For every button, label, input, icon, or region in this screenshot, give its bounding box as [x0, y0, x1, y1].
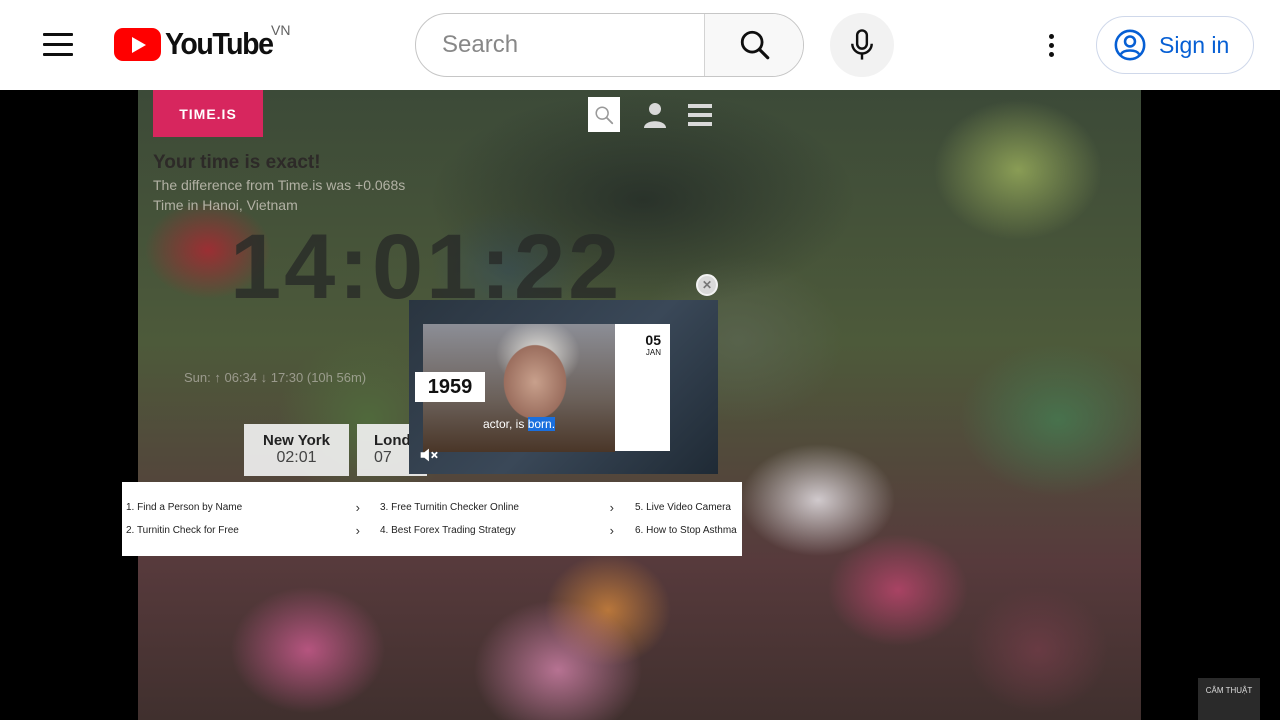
youtube-header: YouTube VN Sign in — [0, 0, 1280, 90]
ad-link[interactable]: 4. Best Forex Trading Strategy › — [380, 520, 614, 540]
city-name: New York — [263, 432, 330, 449]
ad-link-label: 5. Live Video Camera — [635, 501, 731, 513]
city-tile-new-york[interactable]: New York 02:01 — [244, 424, 349, 476]
mic-icon — [851, 29, 873, 60]
country-code: VN — [271, 22, 291, 38]
floating-video-player[interactable]: 05 JAN 1959 actor, is born. — [409, 300, 718, 474]
chevron-right-icon: › — [609, 500, 614, 515]
account-circle-icon — [1114, 29, 1146, 61]
timeis-sun-times: Sun: ↑ 06:34 ↓ 17:30 (10h 56m) — [184, 370, 367, 385]
search-icon — [740, 30, 769, 60]
close-icon[interactable]: ✕ — [696, 274, 718, 296]
chevron-right-icon: › — [355, 500, 360, 515]
timeis-menu-icon[interactable] — [688, 104, 712, 126]
date-day: 05 — [645, 332, 661, 348]
chevron-right-icon: › — [609, 523, 614, 538]
date-month: JAN — [645, 348, 661, 357]
timeis-difference: The difference from Time.is was +0.068s — [153, 177, 406, 193]
ad-link-label: 2. Turnitin Check for Free — [126, 524, 239, 536]
city-name: London — [374, 432, 414, 449]
voice-search-button[interactable] — [830, 13, 894, 77]
mute-icon[interactable] — [417, 444, 439, 466]
search-input[interactable] — [416, 14, 704, 76]
ad-link-label: 4. Best Forex Trading Strategy — [380, 524, 516, 536]
ad-link[interactable]: 1. Find a Person by Name › — [126, 497, 360, 517]
youtube-logo[interactable]: YouTube — [114, 22, 282, 66]
ad-link[interactable]: 5. Live Video Camera — [635, 497, 740, 517]
more-vert-icon[interactable] — [1030, 24, 1072, 66]
ad-link-label: 6. How to Stop Asthma — [635, 524, 737, 536]
ad-strip: 1. Find a Person by Name › 2. Turnitin C… — [122, 482, 742, 556]
signin-button[interactable]: Sign in — [1096, 16, 1254, 74]
chevron-right-icon: › — [355, 523, 360, 538]
menu-icon[interactable] — [36, 26, 80, 64]
city-time: 02:01 — [276, 449, 317, 466]
ad-link-label: 1. Find a Person by Name — [126, 501, 243, 513]
video-caption: actor, is born. — [483, 417, 556, 431]
timeis-search-button[interactable] — [588, 97, 620, 132]
year-label: 1959 — [415, 372, 485, 402]
search-button[interactable] — [704, 14, 803, 76]
caption-highlight: born. — [527, 417, 556, 431]
search-icon — [595, 105, 614, 124]
user-icon[interactable] — [641, 100, 669, 130]
youtube-play-icon — [114, 27, 161, 61]
timeis-location: Time in Hanoi, Vietnam — [153, 197, 298, 213]
signin-label: Sign in — [1159, 31, 1230, 58]
ad-link[interactable]: 2. Turnitin Check for Free › — [126, 520, 360, 540]
ad-link-label: 3. Free Turnitin Checker Online — [380, 501, 519, 513]
ad-link[interactable]: 6. How to Stop Asthma — [635, 520, 740, 540]
channel-watermark: CÂM THUẬT — [1198, 678, 1260, 720]
timeis-headline: Your time is exact! — [153, 152, 321, 173]
city-time: 07:01 — [374, 449, 392, 466]
date-card: 05 JAN — [615, 324, 670, 451]
timeis-logo[interactable]: TIME.IS — [153, 90, 263, 137]
youtube-logo-text: YouTube — [165, 26, 274, 61]
ad-link[interactable]: 3. Free Turnitin Checker Online › — [380, 497, 614, 517]
caption-text: actor, is — [483, 417, 528, 431]
search-box — [415, 13, 804, 77]
